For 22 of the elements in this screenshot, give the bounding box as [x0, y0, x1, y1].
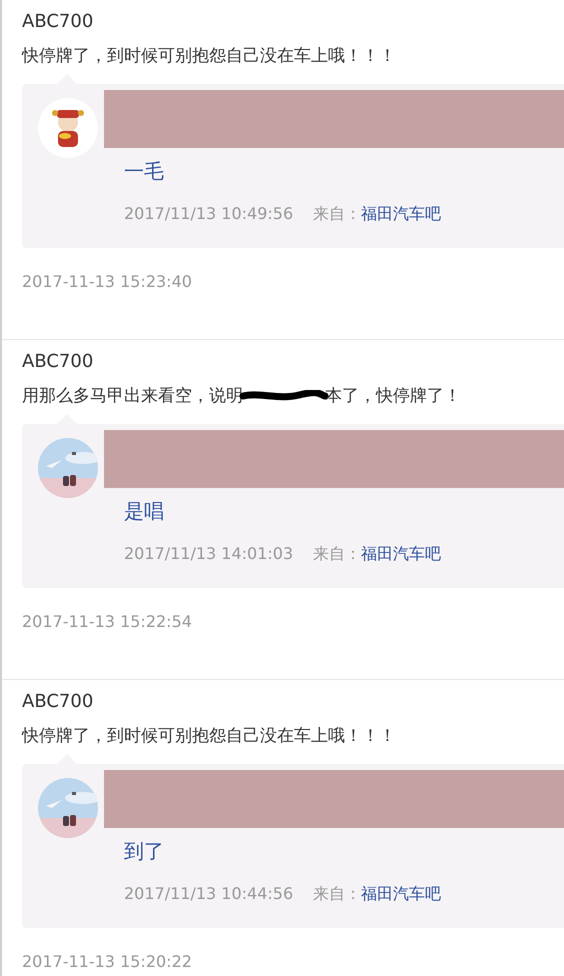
username[interactable]: ABC700 [22, 688, 94, 716]
quote-time: 2017/11/13 14:01:03 [124, 543, 294, 565]
forum-link[interactable]: 福田汽车吧 [361, 542, 442, 566]
forum-link[interactable]: 福田汽车吧 [361, 202, 442, 226]
post-time: 2017-11-13 15:20:22 [22, 951, 192, 973]
avatar [38, 98, 98, 158]
username[interactable]: ABC700 [22, 348, 94, 376]
quote-time: 2017/11/13 10:44:56 [124, 883, 294, 905]
comment-text: 本了，快停牌了！ [325, 385, 461, 408]
comment-text: 快停牌了，到时候可别抱怨自己没在车上哦！！！ [22, 45, 396, 68]
username[interactable]: ABC700 [22, 8, 94, 36]
comment-text: 快停牌了，到时候可别抱怨自己没在车上哦！！！ [22, 725, 396, 748]
forum-link[interactable]: 福田汽车吧 [361, 882, 442, 906]
quoted-text: 到了 [123, 838, 164, 864]
post-time: 2017-11-13 15:22:54 [22, 611, 192, 633]
from-label: 来自： [313, 883, 362, 905]
quoted-text: 是唱 [123, 498, 164, 524]
quote-time: 2017/11/13 10:49:56 [124, 203, 294, 225]
from-label: 来自： [313, 203, 362, 225]
quoted-text: 一毛 [123, 158, 164, 184]
post-time: 2017-11-13 15:23:40 [22, 271, 192, 293]
from-label: 来自： [313, 543, 362, 565]
